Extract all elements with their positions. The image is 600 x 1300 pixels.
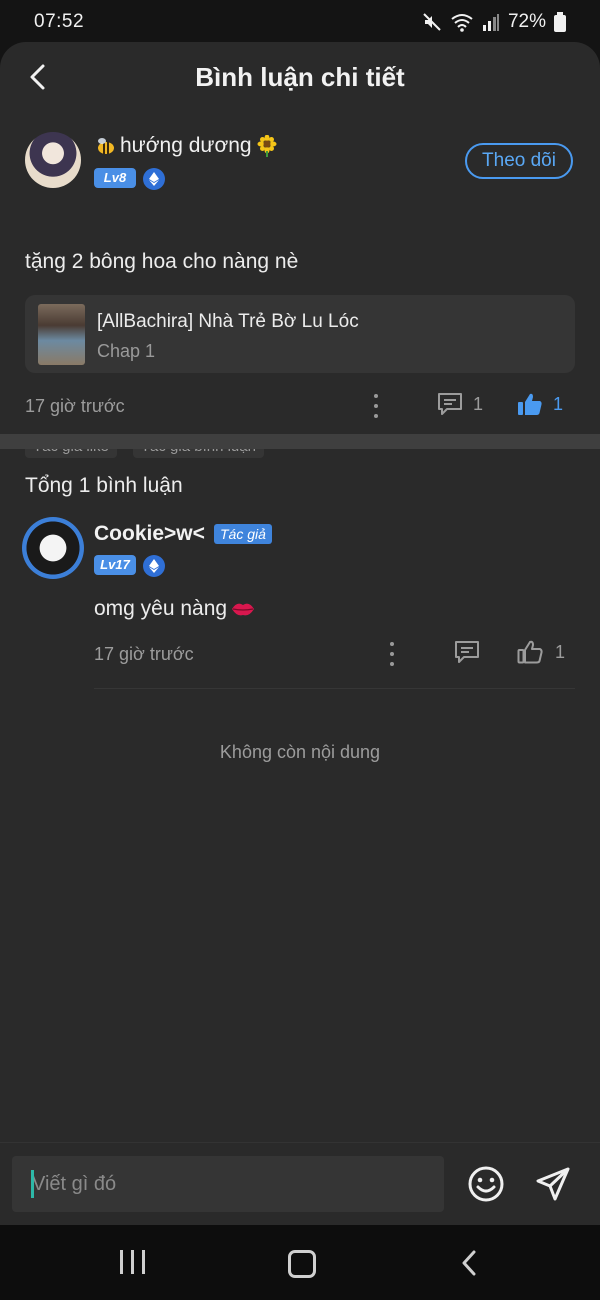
- more-options-button[interactable]: [366, 394, 386, 418]
- reply-like-button[interactable]: 1: [517, 640, 565, 664]
- author-tag-badge: Tác giả: [214, 524, 272, 544]
- timestamp: 17 giờ trước: [25, 396, 125, 416]
- signal-icon: [482, 14, 499, 31]
- reply-more-options-button[interactable]: [382, 642, 402, 666]
- reply-timestamp: 17 giờ trước: [94, 644, 194, 664]
- comment-text: tặng 2 bông hoa cho nàng nè: [25, 250, 299, 273]
- system-back-button[interactable]: [460, 1249, 478, 1282]
- chapter-cover-image: [38, 304, 85, 365]
- status-bar: 07:52 72%: [0, 0, 600, 42]
- comment-input[interactable]: [12, 1156, 444, 1212]
- comment-input-bar: [0, 1142, 600, 1225]
- reply-text: omg yêu nàng: [94, 597, 255, 621]
- reply-meta: 17 giờ trước 1: [0, 640, 600, 670]
- screen: Bình luận chi tiết hướng dương Lv8 Theo …: [0, 42, 600, 1225]
- level-badge: Lv8: [94, 168, 136, 188]
- bee-icon: [98, 138, 114, 154]
- reply-like-count: 1: [555, 641, 566, 662]
- wifi-icon: [451, 14, 473, 32]
- chevron-left-icon: [462, 1250, 476, 1276]
- page-title: Bình luận chi tiết: [195, 62, 405, 92]
- status-icons: 72%: [422, 11, 566, 33]
- battery-percent: 72%: [507, 11, 546, 32]
- mute-icon: [423, 13, 441, 31]
- send-button[interactable]: [534, 1165, 572, 1208]
- eth-badge-icon: [143, 168, 165, 190]
- like-button[interactable]: 1: [517, 392, 563, 416]
- comment-count: 1: [473, 393, 484, 414]
- avatar[interactable]: [25, 132, 81, 188]
- reply-button[interactable]: 1: [437, 392, 483, 416]
- system-nav-bar: [0, 1225, 600, 1300]
- recent-apps-button[interactable]: [120, 1250, 145, 1274]
- top-bar: Bình luận chi tiết: [0, 42, 600, 112]
- author-name-text: hướng dương: [120, 134, 252, 157]
- sunflower-icon: [257, 135, 277, 157]
- reply-text-content: omg yêu nàng: [94, 597, 228, 620]
- lips-emoji-icon: [232, 603, 255, 616]
- chapter-card[interactable]: [AllBachira] Nhà Trẻ Bờ Lu Lóc Chap 1: [25, 295, 575, 373]
- follow-button[interactable]: Theo dõi: [465, 143, 573, 179]
- replies-count-heading: Tổng 1 bình luận: [25, 474, 183, 497]
- chapter-subtitle: Chap 1: [97, 341, 156, 361]
- send-icon: [536, 1167, 570, 1201]
- smiley-icon: [468, 1166, 504, 1202]
- reply-comment-button[interactable]: [454, 640, 480, 669]
- reply-separator: [94, 688, 575, 689]
- comment-meta: 17 giờ trước 1 1: [0, 392, 600, 422]
- author-name[interactable]: hướng dương: [94, 134, 278, 158]
- like-count: 1: [553, 393, 564, 414]
- status-time: 07:52: [34, 11, 85, 32]
- home-button[interactable]: [288, 1250, 316, 1278]
- reply-eth-badge-icon: [143, 555, 165, 577]
- comment-icon: [455, 641, 479, 663]
- section-divider: [0, 434, 600, 449]
- comment-icon: [438, 393, 462, 415]
- thumbs-up-outline-icon: [517, 640, 543, 664]
- end-of-content-text: Không còn nội dung: [219, 742, 381, 762]
- text-caret: [31, 1170, 34, 1198]
- emoji-button[interactable]: [467, 1165, 505, 1208]
- thumbs-up-icon: [518, 393, 542, 415]
- reply-author-name[interactable]: Cookie>w<: [94, 522, 205, 546]
- reply-level-badge: Lv17: [94, 555, 136, 575]
- chapter-title: [AllBachira] Nhà Trẻ Bờ Lu Lóc: [97, 311, 359, 332]
- battery-icon: [554, 12, 566, 32]
- reply-avatar[interactable]: [22, 517, 84, 579]
